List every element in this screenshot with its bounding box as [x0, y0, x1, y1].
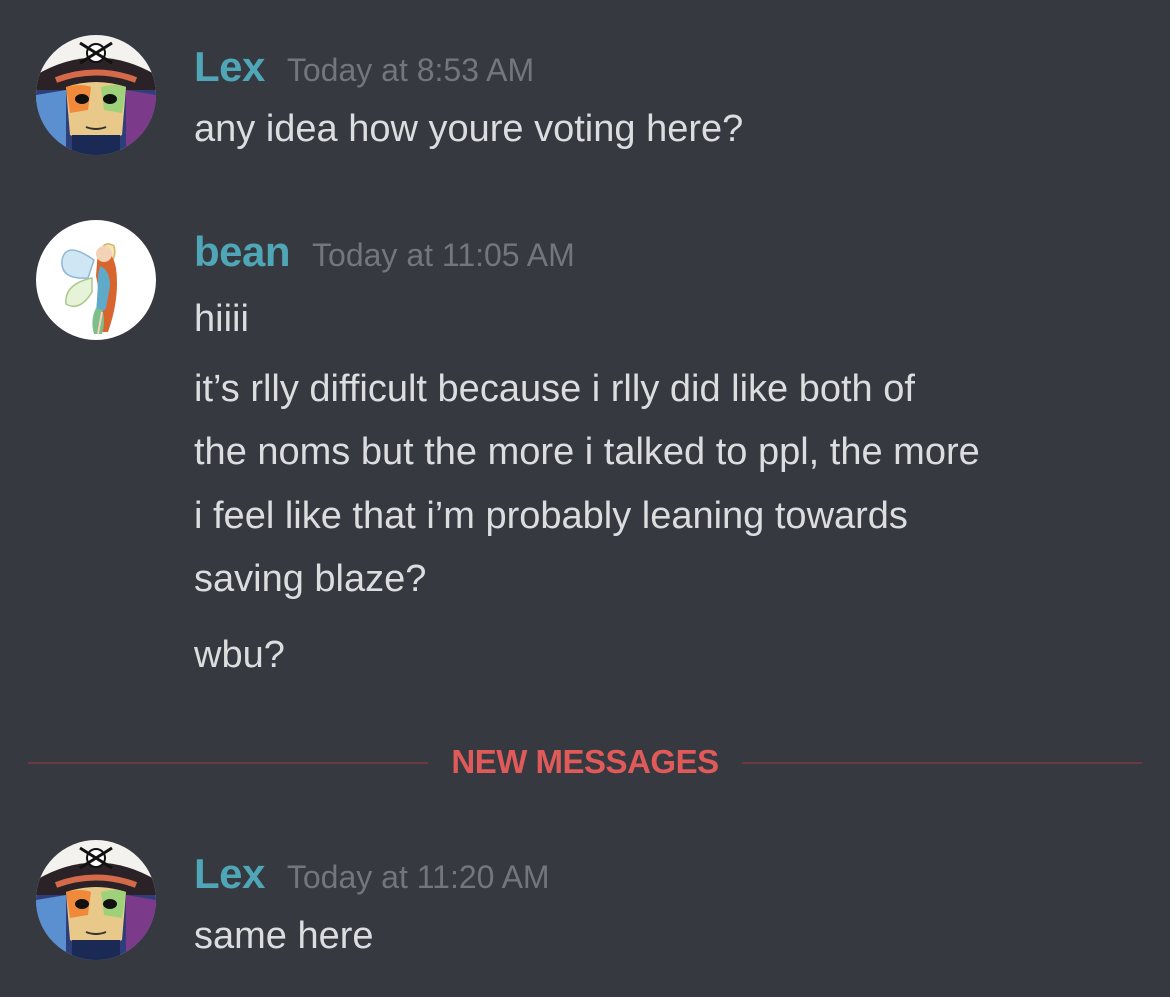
pirate-skull-avatar-icon	[36, 840, 156, 960]
lex-avatar[interactable]	[36, 35, 156, 155]
username[interactable]: Lex	[194, 850, 265, 897]
message-header: bean Today at 11:05 AM	[194, 228, 575, 276]
fairy-avatar-icon	[36, 220, 156, 340]
timestamp: Today at 8:53 AM	[286, 52, 535, 88]
message-text: the noms but the more i talked to ppl, t…	[194, 431, 980, 473]
new-messages-label: NEW MESSAGES	[428, 742, 742, 782]
message-text: hiiii	[194, 298, 249, 340]
message-header: Lex Today at 11:20 AM	[194, 850, 550, 898]
message-text: saving blaze?	[194, 558, 427, 600]
bean-avatar[interactable]	[36, 220, 156, 340]
message-text: it’s rlly difficult because i rlly did l…	[194, 368, 915, 410]
chat-window: Lex Today at 8:53 AM any idea how youre v…	[0, 0, 1170, 997]
pirate-skull-avatar-icon	[36, 35, 156, 155]
lex-avatar[interactable]	[36, 840, 156, 960]
message-text: wbu?	[194, 634, 285, 676]
timestamp: Today at 11:05 AM	[312, 237, 575, 273]
timestamp: Today at 11:20 AM	[286, 859, 550, 895]
message-header: Lex Today at 8:53 AM	[194, 43, 534, 91]
message-text: same here	[194, 915, 374, 957]
message-text: any idea how youre voting here?	[194, 108, 744, 150]
message-text: i feel like that i’m probably leaning to…	[194, 495, 908, 537]
username[interactable]: bean	[194, 228, 291, 275]
username[interactable]: Lex	[194, 43, 265, 90]
